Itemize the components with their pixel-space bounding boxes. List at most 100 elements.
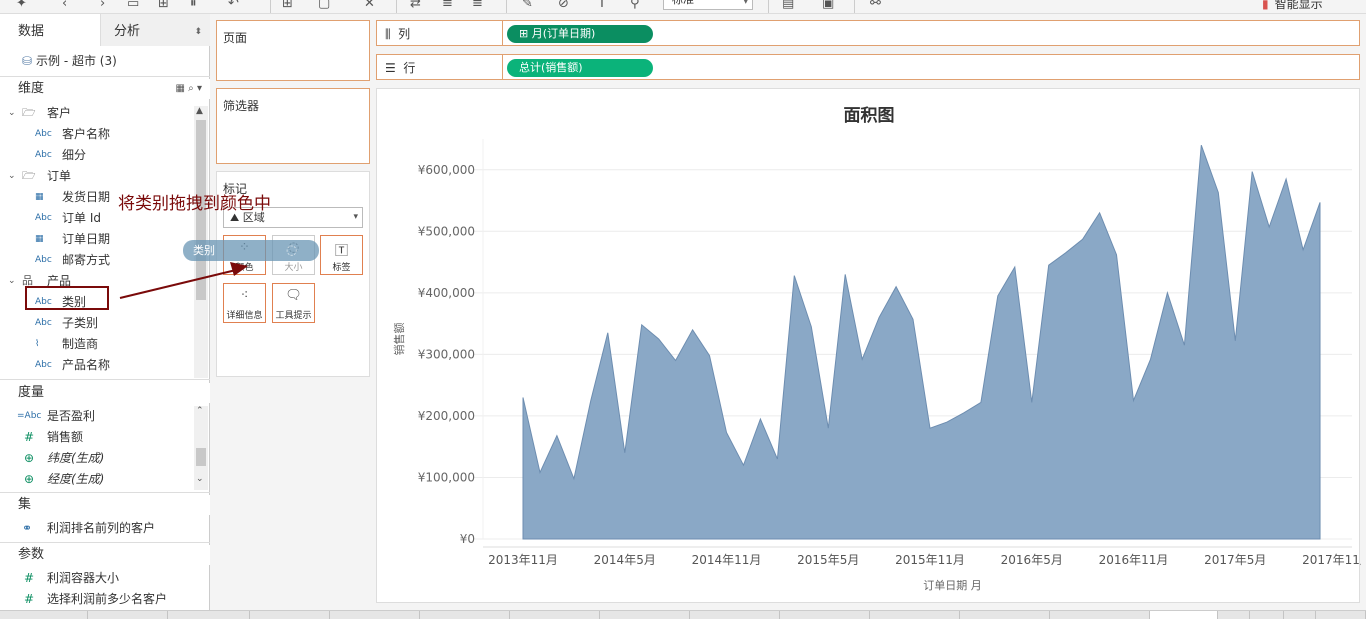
sheet-tab[interactable] xyxy=(960,611,1050,619)
chevron-down-icon[interactable]: ⌄ xyxy=(8,271,16,291)
string-icon: Abc xyxy=(35,360,52,370)
presentation-icon[interactable]: ▣ xyxy=(822,0,834,11)
dimension-label: 客户 xyxy=(47,106,72,120)
color-button-label: 颜色 xyxy=(235,263,254,273)
measure-item[interactable]: # 销售额 xyxy=(0,427,192,447)
y-axis-label: 销售额 xyxy=(392,323,406,356)
dimension-item[interactable]: Abc 产品名称 xyxy=(0,355,192,375)
sheet-tab[interactable] xyxy=(1250,611,1284,619)
label-button[interactable]: 🅃 标签 xyxy=(320,235,363,275)
dimension-item[interactable]: Abc 细分 xyxy=(0,145,192,165)
scroll-up-icon[interactable]: ▲ xyxy=(196,106,203,116)
rows-label-text: 行 xyxy=(403,61,416,75)
measure-label: 是否盈利 xyxy=(47,409,96,423)
scroll-up-icon[interactable]: ⌃ xyxy=(196,406,204,416)
sheet-tab[interactable] xyxy=(510,611,600,619)
chevron-down-icon[interactable]: ⌄ xyxy=(8,166,16,186)
sheet-tab[interactable] xyxy=(1218,611,1250,619)
duplicate-icon[interactable]: ▢ xyxy=(318,0,330,11)
swap-icon[interactable]: ⇄ xyxy=(410,0,421,11)
sheet-tab[interactable] xyxy=(600,611,690,619)
sheet-tab[interactable] xyxy=(250,611,330,619)
show-cards-icon[interactable]: ▤ xyxy=(782,0,794,11)
x-tick-label: 2015年11月 xyxy=(895,553,965,567)
sheet-tab[interactable] xyxy=(1150,611,1218,619)
sheet-tab[interactable] xyxy=(330,611,420,619)
fit-select[interactable]: 标准 ▾ xyxy=(663,0,753,10)
measures-scrollbar[interactable]: ⌃ ⌄ xyxy=(194,406,208,490)
pause-icon[interactable]: ⏸ xyxy=(190,0,197,11)
menu-chevron-icon[interactable]: ▾ xyxy=(197,83,202,94)
forward-icon[interactable]: › xyxy=(100,0,105,11)
columns-shelf[interactable]: ⫼ 列 ⊞ 月(订单日期) xyxy=(376,20,1360,46)
sort-desc-icon[interactable]: ≡ xyxy=(472,0,483,11)
dimension-item[interactable]: Abc 邮寄方式 xyxy=(0,250,192,270)
dimension-label: 订单 xyxy=(47,169,72,183)
datasource-item[interactable]: ⛁ 示例 - 超市 (3) xyxy=(22,52,117,69)
sheet-tab[interactable] xyxy=(1316,611,1366,619)
smart-show-button[interactable]: ▮ 智能显示 xyxy=(1262,0,1323,12)
save-icon[interactable]: ▭ xyxy=(127,0,139,11)
labels-icon[interactable]: T xyxy=(598,0,606,11)
measure-item[interactable]: ⊕ 经度(生成) xyxy=(0,469,192,489)
highlight-icon[interactable]: ✎ xyxy=(522,0,533,11)
new-worksheet-icon[interactable]: ⊞ xyxy=(282,0,293,11)
data-pane: 数据 分析 ⬍ ⛁ 示例 - 超市 (3) 维度 ▦ ⌕ ▾ ⌄ 🗁 客户 Abc 客户名称… xyxy=(0,14,210,610)
y-tick-label: ¥0 xyxy=(460,532,475,546)
detail-button[interactable]: ⁖ 详细信息 xyxy=(223,283,266,323)
tab-data[interactable]: 数据 xyxy=(0,14,100,46)
filters-card-title: 筛选器 xyxy=(223,99,260,113)
sheet-tab[interactable] xyxy=(1050,611,1150,619)
clear-sheet-icon[interactable]: ✕ xyxy=(364,0,375,11)
sheet-tab[interactable] xyxy=(780,611,870,619)
pages-card[interactable]: 页面 xyxy=(216,20,370,81)
search-icon[interactable]: ⌕ xyxy=(188,83,194,94)
sheet-tab[interactable] xyxy=(0,611,88,619)
filters-card[interactable]: 筛选器 xyxy=(216,88,370,164)
sets-header: 集 xyxy=(0,495,210,515)
dimension-item[interactable]: ⌇ 制造商 xyxy=(0,334,192,354)
dimension-item[interactable]: ⌄ 🗁 订单 xyxy=(0,166,192,186)
tab-analysis[interactable]: 分析 ⬍ xyxy=(100,14,210,46)
viz-area[interactable]: 面积图 ¥0 ¥100,000 ¥200,000 ¥300,000 ¥400,000 ¥5… xyxy=(376,88,1361,603)
group-icon[interactable]: ⊘ xyxy=(558,0,569,11)
chevron-down-icon[interactable]: ⌄ xyxy=(8,103,16,123)
area-series xyxy=(522,145,1321,540)
undo-icon[interactable]: ↶ xyxy=(228,0,239,11)
sheet-tab[interactable] xyxy=(690,611,780,619)
string-icon: Abc xyxy=(35,255,52,265)
rows-pill[interactable]: 总计(销售额) xyxy=(507,59,653,77)
measure-item[interactable]: ⊕ 纬度(生成) xyxy=(0,448,192,468)
pin-icon[interactable]: ⚲ xyxy=(630,0,640,11)
measure-item[interactable]: =Abc 是否盈利 xyxy=(0,406,192,426)
back-icon[interactable]: ‹ xyxy=(62,0,67,11)
dimension-item[interactable]: Abc 子类别 xyxy=(0,313,192,333)
columns-pill[interactable]: ⊞ 月(订单日期) xyxy=(507,25,653,43)
smart-show-label: 智能显示 xyxy=(1274,0,1323,11)
share-icon[interactable]: ⚯ xyxy=(870,0,881,11)
sheet-tab[interactable] xyxy=(1284,611,1316,619)
area-chart: ¥0 ¥100,000 ¥200,000 ¥300,000 ¥400,000 ¥500,0… xyxy=(392,139,1361,592)
measure-label: 销售额 xyxy=(47,430,84,444)
highlight-box xyxy=(25,286,109,310)
sort-asc-icon[interactable]: ≡ xyxy=(442,0,453,11)
y-tick-label: ¥600,000 xyxy=(418,163,475,177)
tooltip-button[interactable]: 🗨 工具提示 xyxy=(272,283,315,323)
dimension-item[interactable]: ⌄ 🗁 客户 xyxy=(0,103,192,123)
dimension-item[interactable]: ▦ 订单日期 xyxy=(0,229,192,249)
scroll-down-icon[interactable]: ⌄ xyxy=(196,474,204,484)
datasource-icon: ⛁ xyxy=(22,54,33,68)
sheet-tab[interactable] xyxy=(88,611,168,619)
y-tick-label: ¥300,000 xyxy=(418,347,475,361)
set-label: 利润排名前列的客户 xyxy=(47,521,156,535)
new-datasource-icon[interactable]: ⊞ xyxy=(158,0,169,11)
sheet-tab[interactable] xyxy=(168,611,250,619)
dimension-item[interactable]: Abc 客户名称 xyxy=(0,124,192,144)
grid-view-icon[interactable]: ▦ xyxy=(176,83,185,94)
rows-shelf[interactable]: ☰ 行 总计(销售额) xyxy=(376,54,1360,80)
dimension-label: 产品名称 xyxy=(62,358,111,372)
sheet-tab[interactable] xyxy=(420,611,510,619)
sheet-tab[interactable] xyxy=(870,611,960,619)
tableau-logo-icon[interactable]: ✦ xyxy=(16,0,27,11)
dragging-pill[interactable]: 类别 ◌ xyxy=(183,240,319,261)
